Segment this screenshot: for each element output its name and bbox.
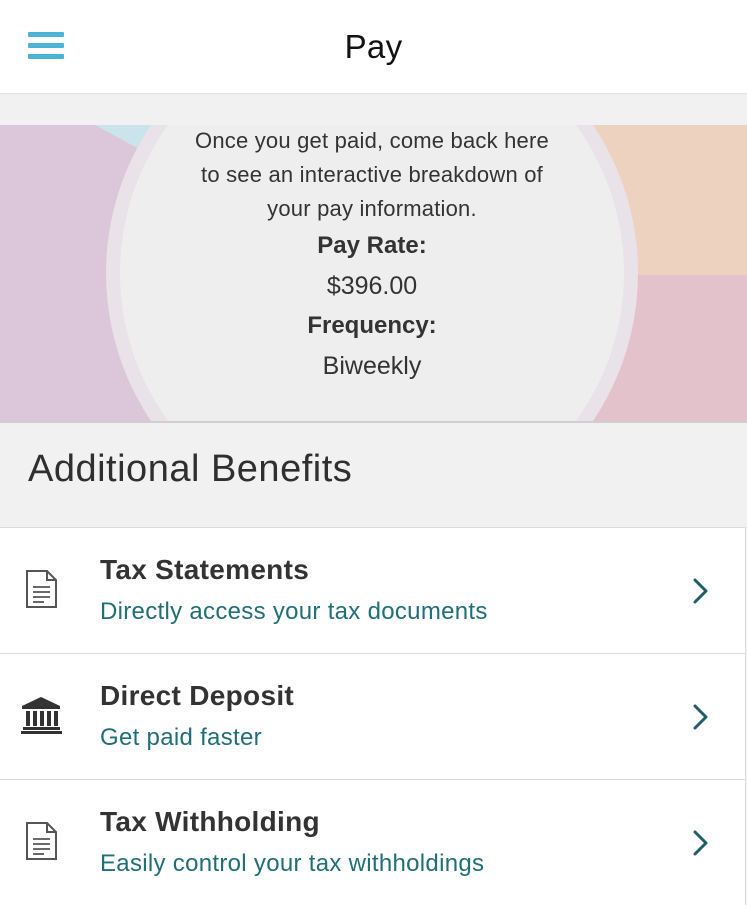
page-title: Pay (344, 28, 403, 65)
chevron-right-icon (693, 704, 708, 730)
document-icon (26, 822, 57, 860)
benefit-title: Direct Deposit (100, 680, 295, 711)
pay-rate-value: $396.00 (326, 272, 418, 300)
pay-rate-label: Pay Rate: (317, 232, 427, 259)
benefit-subtitle: Easily control your tax withholdings (100, 850, 485, 877)
benefit-title: Tax Withholding (100, 806, 320, 837)
pay-empty-message: Once you get paid, come back here to see… (195, 128, 549, 221)
benefit-subtitle: Get paid faster (100, 724, 262, 751)
banner-top-gap (0, 94, 747, 125)
benefit-subtitle: Directly access your tax documents (100, 598, 488, 625)
pay-summary: Once you get paid, come back here to see… (194, 125, 550, 386)
benefit-direct-deposit[interactable]: Direct Deposit Get paid faster (0, 654, 745, 780)
section-title: Additional Benefits (28, 448, 353, 490)
frequency-value: Biweekly (322, 352, 422, 380)
benefit-tax-withholding[interactable]: Tax Withholding Easily control your tax … (0, 780, 745, 905)
benefits-list: Tax Statements Directly access your tax … (0, 527, 746, 905)
chevron-right-icon (693, 830, 708, 856)
banner-divider (0, 421, 747, 423)
app-header: Pay (0, 0, 747, 94)
chevron-right-icon (693, 578, 708, 604)
frequency-label: Frequency: (307, 312, 437, 339)
benefit-tax-statements[interactable]: Tax Statements Directly access your tax … (0, 528, 745, 654)
bank-icon (21, 697, 62, 734)
document-icon (26, 570, 57, 608)
benefit-title: Tax Statements (100, 554, 310, 585)
